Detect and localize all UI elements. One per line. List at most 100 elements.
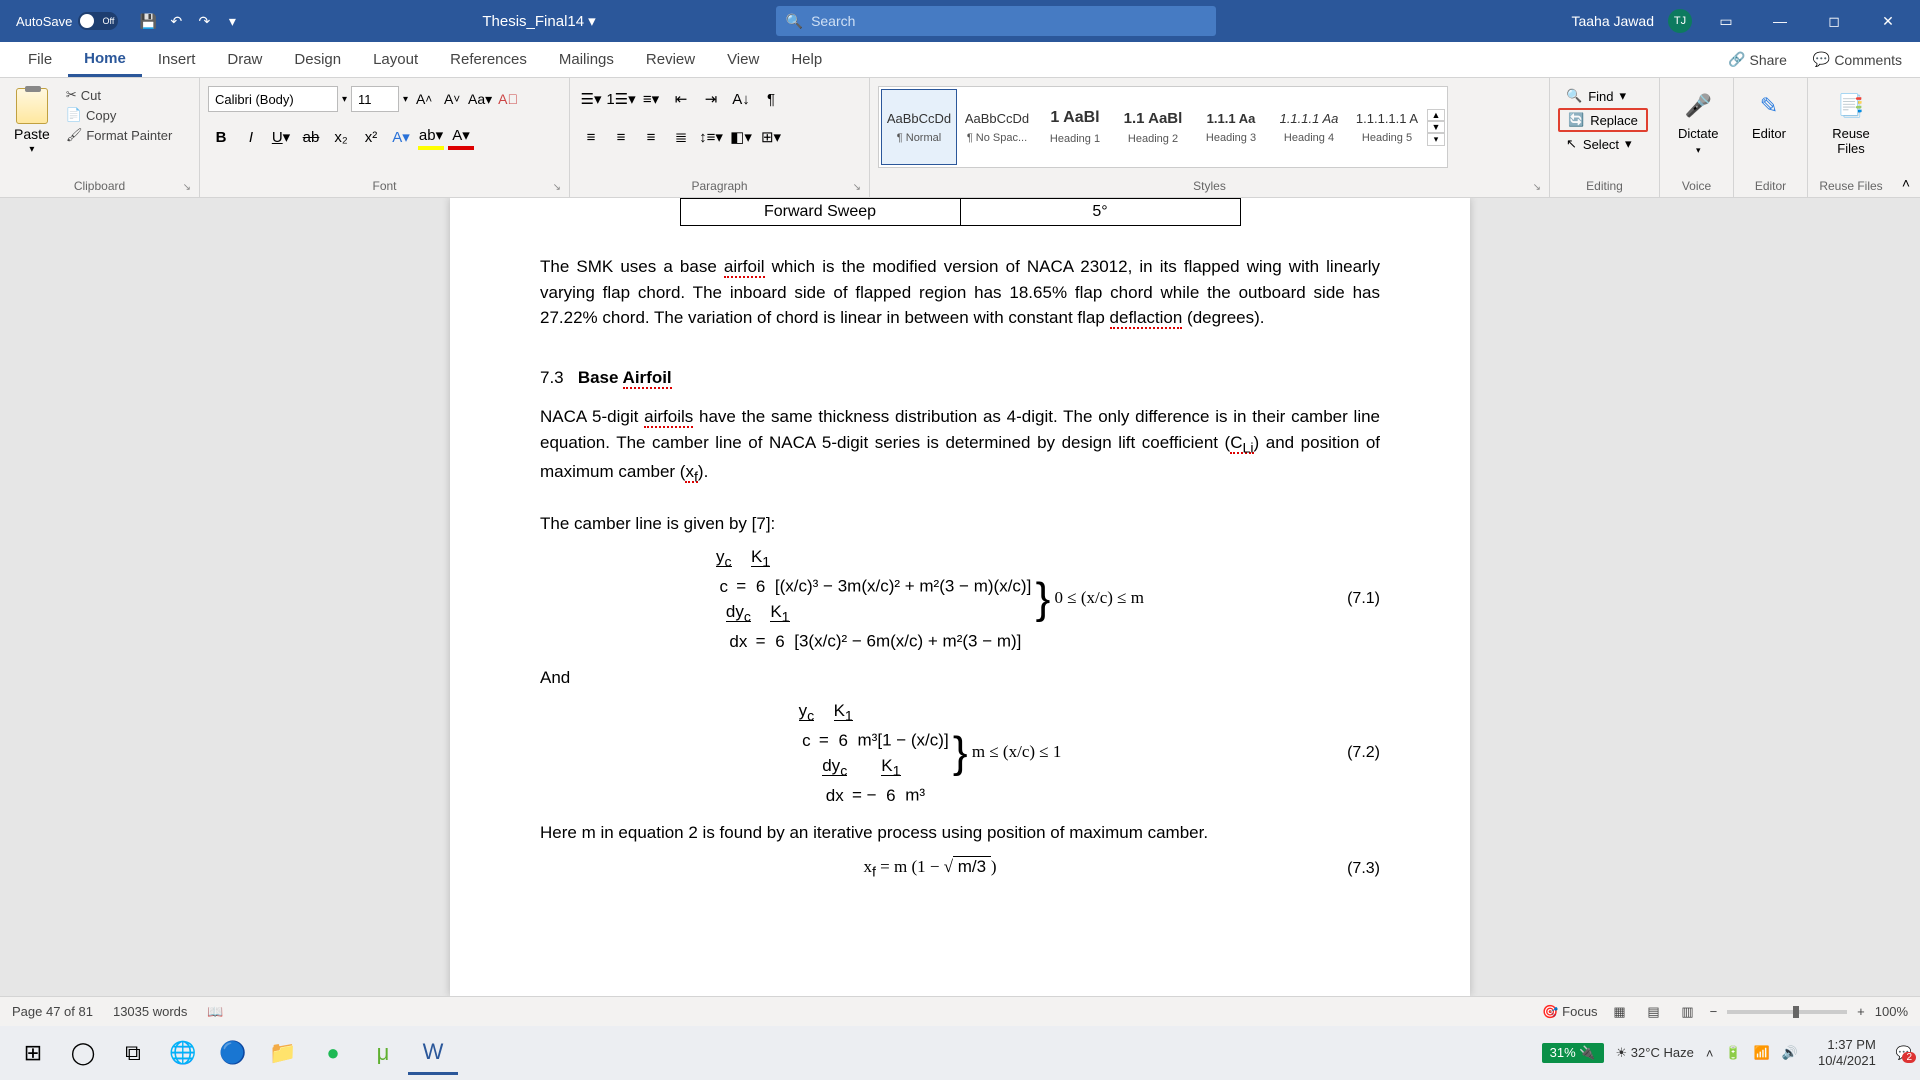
style-nospacing[interactable]: AaBbCcDd¶ No Spac... [959, 89, 1035, 165]
gallery-more-icon[interactable]: ▾ [1427, 133, 1445, 146]
body-paragraph[interactable]: NACA 5-digit airfoils have the same thic… [540, 404, 1380, 489]
start-icon[interactable]: ⊞ [8, 1031, 58, 1075]
body-paragraph[interactable]: The camber line is given by [7]: [540, 511, 1380, 537]
user-name[interactable]: Taaha Jawad [1571, 13, 1654, 29]
autosave-control[interactable]: AutoSave Off [6, 12, 128, 30]
equation-row[interactable]: xf = m (1 − √ m/3 ) (7.3) [540, 854, 1380, 884]
italic-button[interactable]: I [238, 124, 264, 150]
format-painter-button[interactable]: 🖌Format Painter [62, 126, 177, 144]
tab-home[interactable]: Home [68, 42, 142, 77]
replace-button[interactable]: 🔄Replace [1558, 108, 1648, 132]
style-heading5[interactable]: 1.1.1.1.1 AHeading 5 [1349, 89, 1425, 165]
body-paragraph[interactable]: Here m in equation 2 is found by an iter… [540, 820, 1380, 846]
read-mode-icon[interactable]: ▦ [1608, 1002, 1632, 1022]
explorer-icon[interactable]: 📁 [258, 1031, 308, 1075]
chrome-icon[interactable]: 🌐 [158, 1031, 208, 1075]
equation-row[interactable]: ycc = K16 [(x/c)³ − 3m(x/c)² + m²(3 − m)… [540, 544, 1380, 654]
web-layout-icon[interactable]: ▥ [1676, 1002, 1700, 1022]
tray-chevron-icon[interactable]: ˄ [1706, 1046, 1714, 1061]
focus-button[interactable]: 🎯 Focus [1542, 1004, 1597, 1020]
style-heading2[interactable]: 1.1 AaBlHeading 2 [1115, 89, 1191, 165]
editor-button[interactable]: ✎Editor [1742, 86, 1796, 145]
align-right-icon[interactable]: ≡ [638, 124, 664, 150]
equation-body[interactable]: ycc = K16 m³[1 − (x/c)] dycdx = − K16 m³… [540, 698, 1320, 808]
tab-design[interactable]: Design [278, 42, 357, 77]
document-title[interactable]: Thesis_Final14 ▾ [482, 12, 595, 30]
tab-references[interactable]: References [434, 42, 543, 77]
share-button[interactable]: 🔗 Share [1722, 47, 1793, 72]
table-cell[interactable]: Forward Sweep [680, 199, 960, 226]
chevron-down-icon[interactable]: ▾ [403, 94, 408, 105]
find-button[interactable]: 🔍Find ▾ [1558, 86, 1648, 106]
text-effects-icon[interactable]: A▾ [388, 124, 414, 150]
zoom-out-icon[interactable]: − [1710, 1004, 1718, 1019]
paste-button[interactable]: Paste ▾ [8, 86, 56, 157]
tab-help[interactable]: Help [775, 42, 838, 77]
dialog-launcher-icon[interactable]: ↘ [853, 182, 861, 193]
weather-widget[interactable]: ☀ 32°C Haze [1616, 1045, 1694, 1061]
justify-icon[interactable]: ≣ [668, 124, 694, 150]
tab-insert[interactable]: Insert [142, 42, 212, 77]
customize-qat-icon[interactable]: ▾ [222, 11, 242, 31]
select-button[interactable]: ↖Select ▾ [1558, 134, 1648, 154]
align-center-icon[interactable]: ≡ [608, 124, 634, 150]
clear-formatting-icon[interactable]: A⃠ [496, 86, 520, 112]
page[interactable]: Forward Sweep 5° The SMK uses a base air… [450, 198, 1470, 996]
equation-body[interactable]: ycc = K16 [(x/c)³ − 3m(x/c)² + m²(3 − m)… [540, 544, 1320, 654]
body-paragraph[interactable]: And [540, 665, 1380, 691]
tab-draw[interactable]: Draw [211, 42, 278, 77]
zoom-slider[interactable] [1727, 1010, 1847, 1014]
spotify-icon[interactable]: ● [308, 1031, 358, 1075]
spellcheck-icon[interactable]: 📖 [207, 1004, 223, 1020]
sort-icon[interactable]: A↓ [728, 86, 754, 112]
tab-file[interactable]: File [12, 42, 68, 77]
close-icon[interactable]: ✕ [1868, 6, 1908, 36]
section-heading[interactable]: 7.3 Base Airfoil [540, 365, 1380, 391]
cut-button[interactable]: ✂Cut [62, 86, 177, 104]
strikethrough-button[interactable]: ab [298, 124, 324, 150]
dictate-button[interactable]: 🎤Dictate▾ [1668, 86, 1728, 160]
font-size-combo[interactable]: 11 [351, 86, 399, 112]
underline-button[interactable]: U▾ [268, 124, 294, 150]
grow-font-icon[interactable]: A˄ [412, 86, 436, 112]
tab-mailings[interactable]: Mailings [543, 42, 630, 77]
edge-icon[interactable]: 🔵 [208, 1031, 258, 1075]
style-heading4[interactable]: 1.1.1.1 AaHeading 4 [1271, 89, 1347, 165]
chevron-down-icon[interactable]: ▾ [342, 94, 347, 105]
superscript-button[interactable]: x² [358, 124, 384, 150]
wifi-icon[interactable]: 📶 [1754, 1045, 1770, 1061]
dialog-launcher-icon[interactable]: ↘ [183, 182, 191, 193]
font-color-icon[interactable]: A▾ [448, 124, 474, 150]
battery-indicator[interactable]: 31% 🔌 [1542, 1043, 1604, 1063]
align-left-icon[interactable]: ≡ [578, 124, 604, 150]
save-icon[interactable]: 💾 [138, 11, 158, 31]
copy-button[interactable]: 📄Copy [62, 106, 177, 124]
increase-indent-icon[interactable]: ⇥ [698, 86, 724, 112]
show-marks-icon[interactable]: ¶ [758, 86, 784, 112]
avatar[interactable]: TJ [1668, 9, 1692, 33]
bold-button[interactable]: B [208, 124, 234, 150]
comments-button[interactable]: 💬 Comments [1807, 47, 1908, 72]
print-layout-icon[interactable]: ▤ [1642, 1002, 1666, 1022]
search-box[interactable]: 🔍 [776, 6, 1216, 36]
change-case-icon[interactable]: Aa▾ [468, 86, 492, 112]
collapse-ribbon-icon[interactable]: ˄ [1894, 78, 1918, 197]
minimize-icon[interactable]: — [1760, 6, 1800, 36]
style-normal[interactable]: AaBbCcDd¶ Normal [881, 89, 957, 165]
word-icon[interactable]: W [408, 1031, 458, 1075]
gallery-down-icon[interactable]: ▼ [1427, 121, 1445, 133]
gallery-up-icon[interactable]: ▲ [1427, 109, 1445, 121]
battery-tray-icon[interactable]: 🔋 [1725, 1045, 1741, 1061]
highlight-icon[interactable]: ab▾ [418, 124, 444, 150]
zoom-in-icon[interactable]: + [1857, 1004, 1865, 1019]
font-name-combo[interactable]: Calibri (Body) [208, 86, 338, 112]
equation-body[interactable]: xf = m (1 − √ m/3 ) [540, 854, 1320, 884]
page-info[interactable]: Page 47 of 81 [12, 1004, 93, 1019]
borders-icon[interactable]: ⊞▾ [758, 124, 784, 150]
autosave-toggle[interactable]: Off [78, 12, 118, 30]
line-spacing-icon[interactable]: ↕≡▾ [698, 124, 724, 150]
shrink-font-icon[interactable]: A˅ [440, 86, 464, 112]
style-heading1[interactable]: 1 AaBlHeading 1 [1037, 89, 1113, 165]
utorrent-icon[interactable]: μ [358, 1031, 408, 1075]
reuse-files-button[interactable]: 📑Reuse Files [1816, 86, 1886, 160]
